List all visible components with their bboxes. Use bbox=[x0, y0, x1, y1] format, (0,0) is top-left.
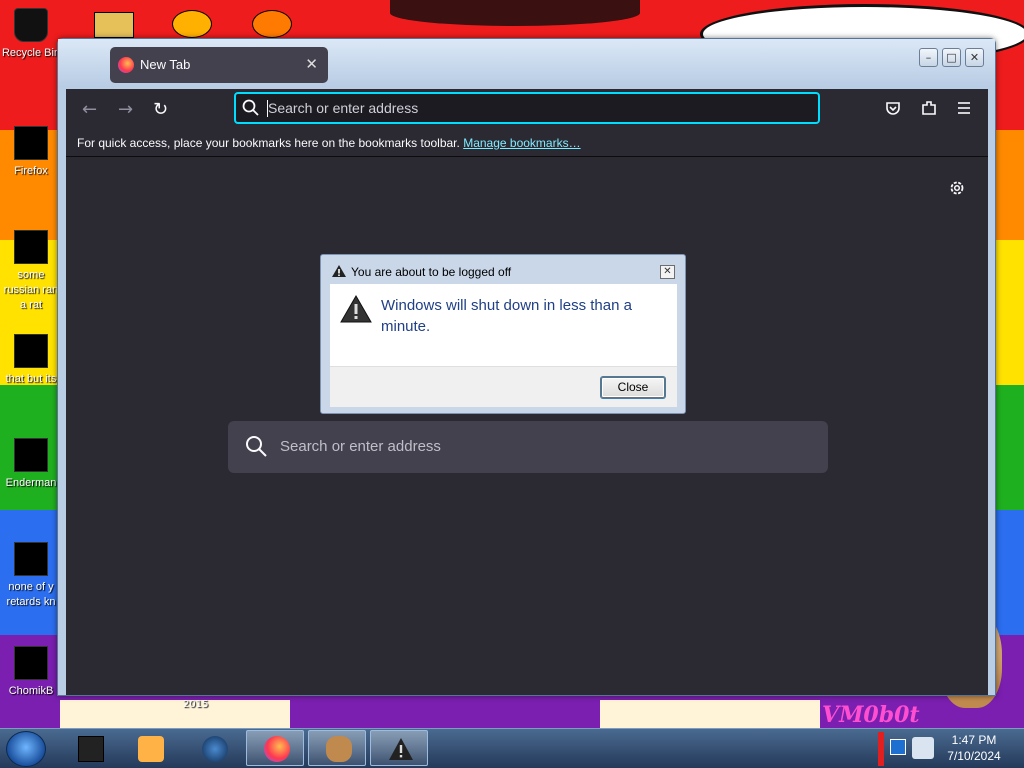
firefox-icon bbox=[118, 57, 134, 73]
dialog-message: Windows will shut down in less than a mi… bbox=[381, 297, 632, 335]
settings-gear-icon[interactable] bbox=[948, 179, 966, 197]
taskbar-item-explorer[interactable] bbox=[60, 730, 118, 766]
program-icon bbox=[14, 334, 48, 368]
program-icon bbox=[14, 230, 48, 264]
warning-icon bbox=[340, 295, 372, 323]
tab-new-tab[interactable]: New Tab ✕ bbox=[110, 47, 328, 83]
manage-bookmarks-link[interactable]: Manage bookmarks… bbox=[463, 136, 580, 150]
back-icon[interactable]: ← bbox=[82, 99, 97, 120]
clock-date: 7/10/2024 bbox=[947, 749, 1001, 763]
desktop-icon-enderman[interactable]: Enderman bbox=[0, 438, 62, 491]
system-clock[interactable]: 1:47 PM 7/10/2024 bbox=[938, 732, 1010, 764]
taskbar-item-hamster[interactable] bbox=[308, 730, 366, 766]
taskbar: 1:47 PM 7/10/2024 bbox=[0, 728, 1024, 768]
firefox-icon bbox=[264, 736, 290, 762]
tab-title: New Tab bbox=[140, 57, 191, 72]
dialog-body: Windows will shut down in less than a mi… bbox=[330, 284, 677, 366]
desktop-icon-none[interactable]: none of y retards kn bbox=[0, 542, 62, 610]
forward-icon[interactable]: → bbox=[118, 99, 133, 120]
extensions-icon[interactable] bbox=[920, 99, 938, 117]
newtab-search-placeholder: Search or enter address bbox=[280, 438, 441, 455]
taskbar-item-media-player[interactable] bbox=[120, 730, 178, 766]
recycle-bin-icon bbox=[14, 8, 48, 42]
taskbar-item-firefox[interactable] bbox=[246, 730, 304, 766]
tray-network-icon[interactable] bbox=[890, 739, 906, 755]
media-player-icon bbox=[138, 736, 164, 762]
globe-icon bbox=[202, 736, 228, 762]
top-icons-strip bbox=[90, 10, 310, 38]
start-button[interactable] bbox=[6, 731, 46, 767]
year-label: 2015 bbox=[183, 699, 209, 710]
desktop-icon-recycle-bin[interactable]: Recycle Bin bbox=[0, 8, 62, 61]
clock-time: 1:47 PM bbox=[951, 733, 997, 747]
dialog-close-icon[interactable]: ✕ bbox=[660, 265, 675, 279]
close-tab-icon[interactable]: ✕ bbox=[305, 55, 318, 73]
reload-icon[interactable]: ↻ bbox=[153, 99, 168, 120]
logoff-dialog: You are about to be logged off ✕ Windows… bbox=[320, 254, 686, 414]
tray-volume-icon[interactable] bbox=[912, 737, 934, 759]
firefox-icon bbox=[14, 126, 48, 160]
minimize-button[interactable]: – bbox=[919, 48, 938, 67]
menu-icon[interactable] bbox=[956, 100, 972, 116]
folder-icon bbox=[78, 736, 104, 762]
desktop-icon-firefox[interactable]: Firefox bbox=[0, 126, 62, 179]
tray-divider bbox=[878, 732, 884, 766]
bookmarks-toolbar: For quick access, place your bookmarks h… bbox=[66, 129, 988, 157]
program-icon bbox=[14, 542, 48, 576]
desktop-icon-that[interactable]: that but its bbox=[0, 334, 62, 387]
pocket-icon[interactable] bbox=[884, 100, 902, 118]
newtab-search-box[interactable]: Search or enter address bbox=[228, 421, 828, 473]
hamster-icon bbox=[14, 646, 48, 680]
dialog-title: You are about to be logged off bbox=[351, 265, 512, 279]
desktop-icon-rat[interactable]: some russian ran a rat bbox=[0, 230, 62, 313]
dialog-footer: Close bbox=[330, 366, 677, 407]
url-placeholder: Search or enter address bbox=[268, 100, 419, 116]
warning-icon bbox=[332, 265, 346, 277]
close-button[interactable]: Close bbox=[601, 377, 665, 398]
nav-toolbar: ← → ↻ Search or enter address bbox=[66, 89, 988, 129]
url-bar[interactable]: Search or enter address bbox=[234, 92, 820, 124]
hamster-icon bbox=[326, 736, 352, 762]
search-icon bbox=[246, 436, 267, 457]
search-icon bbox=[242, 99, 259, 116]
taskbar-item-globe[interactable] bbox=[184, 730, 242, 766]
top-decoration bbox=[390, 0, 640, 26]
title-bar[interactable]: New Tab ✕ – □ ✕ bbox=[58, 39, 995, 87]
close-window-button[interactable]: ✕ bbox=[965, 48, 984, 67]
warning-icon bbox=[389, 738, 413, 760]
watermark-text: VM0b0t bbox=[822, 702, 920, 728]
program-icon bbox=[14, 438, 48, 472]
taskbar-item-warning[interactable] bbox=[370, 730, 428, 766]
bookmarks-hint: For quick access, place your bookmarks h… bbox=[77, 136, 581, 150]
desktop-icon-chomik[interactable]: ChomikB bbox=[0, 646, 62, 699]
new-tab-page: Search or enter address bbox=[66, 157, 988, 695]
maximize-button[interactable]: □ bbox=[942, 48, 961, 67]
